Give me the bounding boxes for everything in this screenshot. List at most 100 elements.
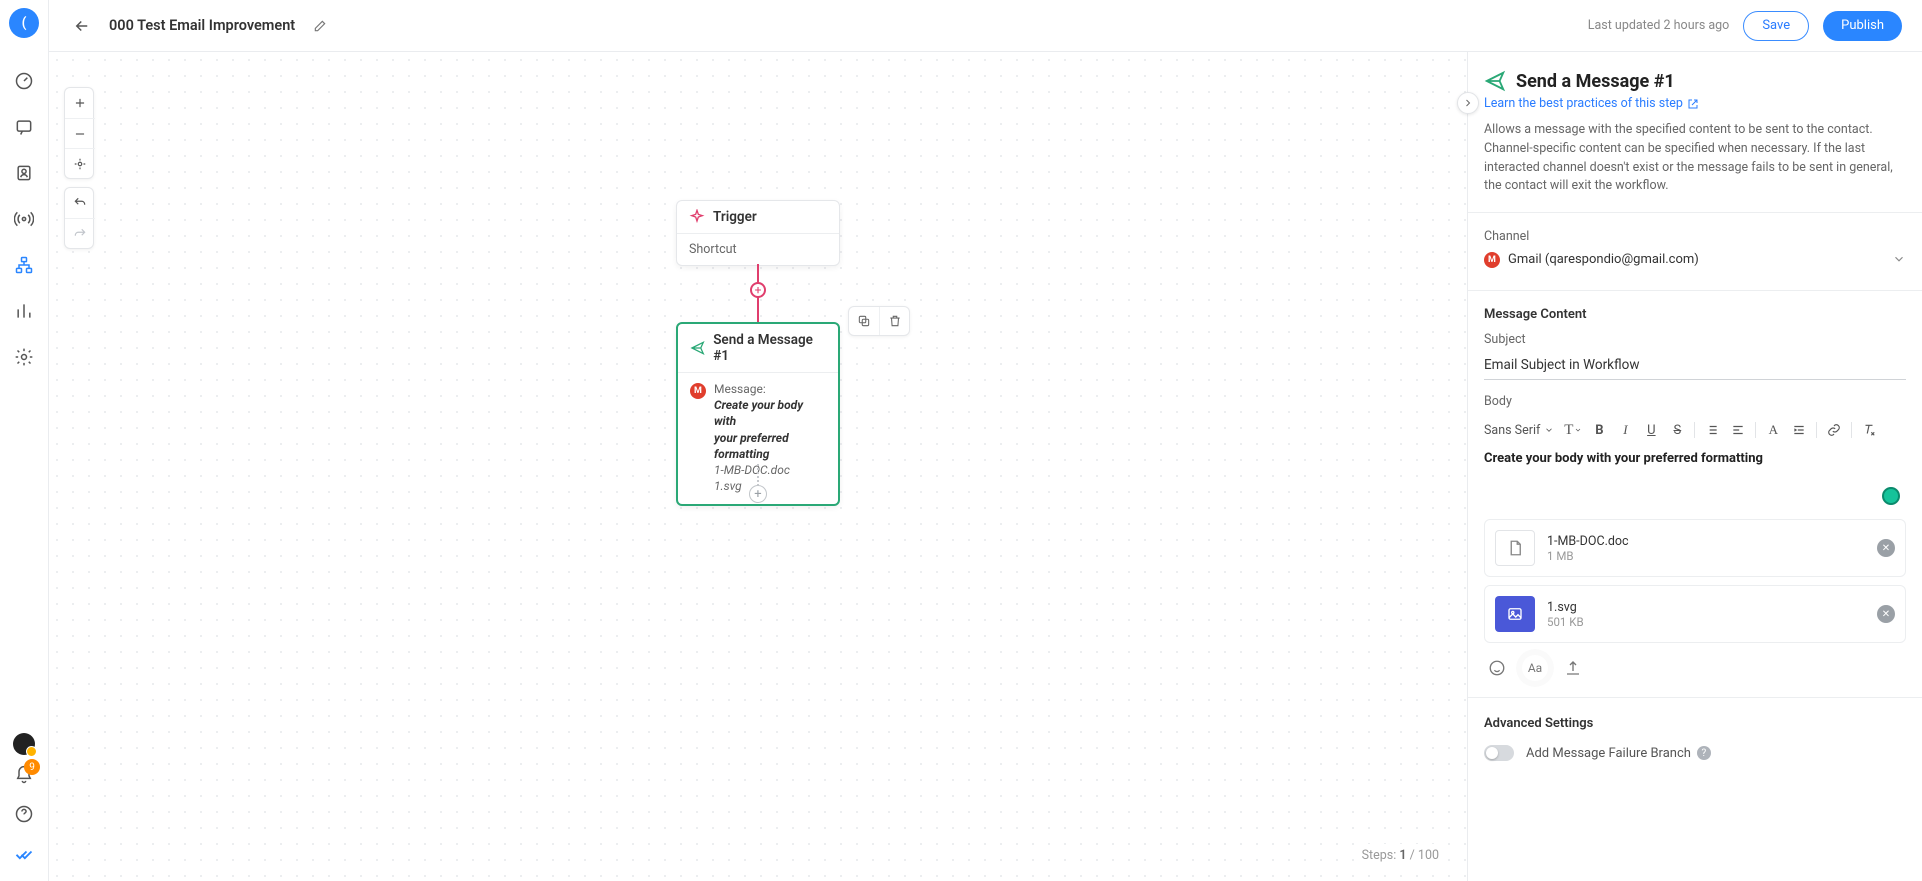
- editor-toolbar: Sans Serif T B I U S A: [1484, 419, 1906, 441]
- upload-button[interactable]: [1560, 655, 1586, 681]
- file-icon: [1495, 596, 1535, 632]
- list-dropdown[interactable]: [1701, 419, 1723, 441]
- chevron-down-icon: [1544, 425, 1554, 435]
- font-family-dropdown[interactable]: Sans Serif: [1484, 423, 1558, 438]
- node-trigger[interactable]: Trigger Shortcut: [676, 200, 840, 266]
- help-icon: [14, 804, 34, 824]
- spark-icon: [689, 209, 705, 225]
- strike-button[interactable]: S: [1666, 419, 1688, 441]
- attachment-size: 1 MB: [1547, 549, 1865, 563]
- variable-button[interactable]: Aa: [1522, 655, 1548, 681]
- message-content-label: Message Content: [1484, 307, 1906, 322]
- nav-dashboard[interactable]: [9, 66, 39, 96]
- align-dropdown[interactable]: [1727, 419, 1749, 441]
- text-color-button[interactable]: A: [1762, 419, 1784, 441]
- gear-icon: [14, 347, 34, 367]
- edit-title-button[interactable]: [309, 15, 331, 37]
- remove-attachment-button[interactable]: ✕: [1877, 539, 1895, 557]
- copy-icon: [857, 314, 871, 328]
- grammarly-icon[interactable]: [1882, 487, 1900, 505]
- zoom-in-button[interactable]: [65, 88, 95, 118]
- zoom-out-button[interactable]: [65, 118, 95, 148]
- nav-workflows[interactable]: [9, 250, 39, 280]
- side-panel: Send a Message #1 Learn the best practic…: [1467, 52, 1922, 881]
- node-action-bar: [848, 306, 910, 336]
- back-button[interactable]: [69, 13, 95, 39]
- external-link-icon: [1687, 98, 1699, 110]
- gmail-icon: M: [1484, 252, 1500, 268]
- file-icon: [1495, 530, 1535, 566]
- duplicate-node-button[interactable]: [849, 307, 879, 335]
- target-icon: [73, 157, 87, 171]
- save-button[interactable]: Save: [1743, 11, 1809, 41]
- image-icon: [1506, 605, 1524, 623]
- node-send-title: Send a Message #1: [713, 332, 826, 364]
- node-trigger-subtitle: Shortcut: [677, 233, 839, 265]
- attachment-size: 501 KB: [1547, 615, 1865, 629]
- publish-button[interactable]: Publish: [1823, 11, 1902, 41]
- redo-button[interactable]: [65, 218, 95, 248]
- link-button[interactable]: [1823, 419, 1845, 441]
- brand-logo: [9, 839, 39, 869]
- collapse-panel-button[interactable]: [1457, 92, 1479, 114]
- last-updated-label: Last updated 2 hours ago: [1588, 18, 1730, 33]
- chevron-right-icon: [1462, 97, 1474, 109]
- send-icon: [690, 340, 705, 356]
- panel-title: Send a Message #1: [1516, 71, 1675, 92]
- font-size-dropdown[interactable]: T: [1562, 419, 1584, 441]
- canvas-toolbar: [64, 87, 94, 249]
- plus-icon: [73, 96, 87, 110]
- nav-conversations[interactable]: [9, 112, 39, 142]
- channel-label: Channel: [1484, 229, 1906, 244]
- indent-dropdown[interactable]: [1788, 419, 1810, 441]
- channel-selector[interactable]: M Gmail (qarespondio@gmail.com): [1484, 250, 1906, 274]
- failure-branch-label: Add Message Failure Branch: [1526, 746, 1691, 761]
- nav-reports[interactable]: [9, 296, 39, 326]
- advanced-settings-label: Advanced Settings: [1484, 716, 1906, 731]
- broadcast-icon: [14, 209, 34, 229]
- emoji-button[interactable]: [1484, 655, 1510, 681]
- underline-button[interactable]: U: [1640, 419, 1662, 441]
- subject-input[interactable]: [1484, 353, 1906, 380]
- link-icon: [1827, 423, 1841, 437]
- attachment-name: 1.svg: [1547, 600, 1865, 615]
- clear-format-button[interactable]: [1858, 419, 1880, 441]
- nav-broadcast[interactable]: [9, 204, 39, 234]
- nav-contacts[interactable]: [9, 158, 39, 188]
- bot-avatar[interactable]: [13, 733, 35, 755]
- body-editor[interactable]: Create your body with your preferred for…: [1484, 451, 1906, 511]
- add-step-inline-button[interactable]: +: [750, 282, 766, 298]
- bold-button[interactable]: B: [1588, 419, 1610, 441]
- left-rail: ( 9: [0, 0, 49, 881]
- steps-counter: Steps: 1 / 100: [1354, 844, 1447, 867]
- help-button[interactable]: [9, 799, 39, 829]
- notification-badge: 9: [24, 759, 40, 775]
- list-icon: [1705, 423, 1719, 437]
- workflow-canvas[interactable]: Trigger Shortcut + Send a Message #1 M M…: [49, 52, 1467, 881]
- workflow-title: 000 Test Email Improvement: [109, 17, 295, 34]
- checkmarks-icon: [14, 844, 34, 864]
- contact-icon: [14, 163, 34, 183]
- trash-icon: [888, 314, 902, 328]
- delete-node-button[interactable]: [879, 307, 909, 335]
- notifications-button[interactable]: 9: [14, 765, 34, 789]
- failure-branch-toggle[interactable]: [1484, 745, 1514, 761]
- channel-value: Gmail (qarespondio@gmail.com): [1508, 252, 1884, 267]
- emoji-icon: [1488, 659, 1506, 677]
- workspace-avatar[interactable]: (: [9, 8, 39, 38]
- gauge-icon: [14, 71, 34, 91]
- help-tooltip-icon[interactable]: ?: [1697, 746, 1711, 760]
- align-icon: [1731, 423, 1745, 437]
- pencil-icon: [313, 19, 327, 33]
- minus-icon: [73, 127, 87, 141]
- undo-button[interactable]: [65, 188, 95, 218]
- nav-settings[interactable]: [9, 342, 39, 372]
- italic-button[interactable]: I: [1614, 419, 1636, 441]
- learn-more-link[interactable]: Learn the best practices of this step: [1484, 96, 1699, 111]
- document-icon: [1506, 539, 1524, 557]
- workflow-icon: [14, 255, 34, 275]
- panel-description: Allows a message with the specified cont…: [1484, 121, 1906, 196]
- fit-view-button[interactable]: [65, 148, 95, 178]
- add-step-end-button[interactable]: +: [749, 485, 767, 503]
- remove-attachment-button[interactable]: ✕: [1877, 605, 1895, 623]
